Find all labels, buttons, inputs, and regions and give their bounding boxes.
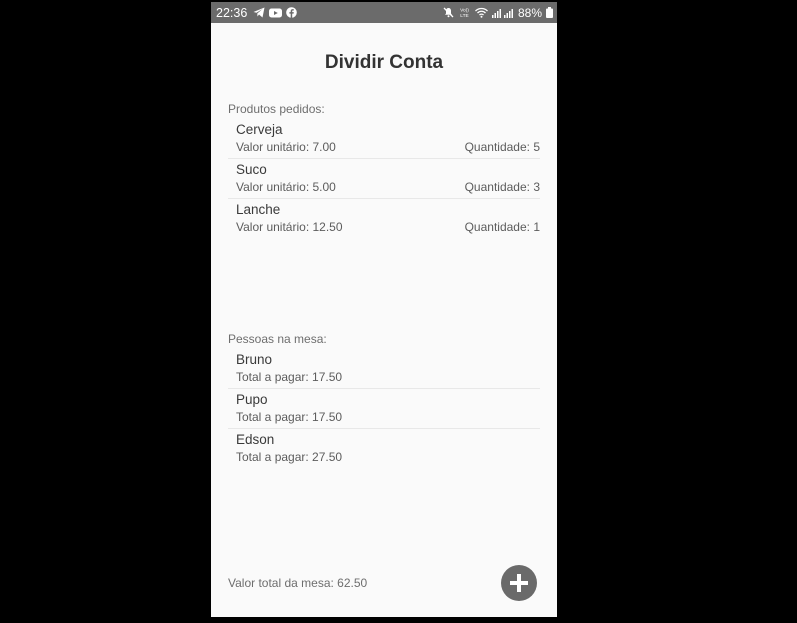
status-time: 22:36 bbox=[216, 5, 248, 20]
people-list: Bruno Total a pagar: 17.50 Pupo Total a … bbox=[228, 349, 540, 469]
product-unit-value: Valor unitário: 5.00 bbox=[236, 180, 336, 194]
facebook-icon bbox=[286, 7, 298, 18]
product-name: Cerveja bbox=[236, 122, 283, 137]
telegram-icon bbox=[253, 7, 265, 18]
plus-icon bbox=[510, 574, 528, 592]
status-bar-left: 22:36 bbox=[216, 5, 298, 20]
svg-text:LTE: LTE bbox=[460, 13, 468, 18]
product-name: Suco bbox=[236, 162, 267, 177]
svg-text:Vo)): Vo)) bbox=[460, 8, 469, 14]
person-total: Total a pagar: 17.50 bbox=[236, 370, 343, 384]
page-title: Dividir Conta bbox=[324, 52, 444, 73]
phone-screen: 22:36 Vo)) LTE 88% Dividir Conta Produto… bbox=[211, 2, 557, 617]
status-bar: 22:36 Vo)) LTE 88% bbox=[211, 2, 557, 23]
person-total: Total a pagar: 17.50 bbox=[236, 410, 343, 424]
battery-percent: 88% bbox=[517, 5, 542, 20]
product-item[interactable]: Lanche Valor unitário: 12.50 Quantidade:… bbox=[228, 199, 540, 239]
person-total: Total a pagar: 27.50 bbox=[236, 450, 343, 464]
product-unit-value: Valor unitário: 12.50 bbox=[236, 220, 343, 234]
person-item[interactable]: Pupo Total a pagar: 17.50 bbox=[228, 389, 540, 429]
product-quantity: Quantidade: 3 bbox=[464, 180, 540, 194]
battery-icon bbox=[546, 7, 553, 18]
person-name: Bruno bbox=[236, 352, 273, 367]
products-list: Cerveja Valor unitário: 7.00 Quantidade:… bbox=[228, 119, 540, 239]
people-section-label: Pessoas na mesa: bbox=[228, 332, 327, 346]
signal-icon bbox=[491, 7, 514, 18]
products-section-label: Produtos pedidos: bbox=[228, 102, 325, 116]
volte-icon: Vo)) LTE bbox=[458, 7, 471, 18]
product-quantity: Quantidade: 5 bbox=[464, 140, 540, 154]
wifi-icon bbox=[475, 7, 488, 18]
table-total-label: Valor total da mesa: 62.50 bbox=[228, 576, 368, 590]
status-bar-right: Vo)) LTE 88% bbox=[443, 6, 553, 20]
person-name: Edson bbox=[236, 432, 275, 447]
mute-icon bbox=[443, 7, 454, 18]
product-unit-value: Valor unitário: 7.00 bbox=[236, 140, 336, 154]
youtube-icon bbox=[269, 8, 283, 18]
person-name: Pupo bbox=[236, 392, 268, 407]
add-button[interactable] bbox=[501, 565, 537, 601]
person-item[interactable]: Bruno Total a pagar: 17.50 bbox=[228, 349, 540, 389]
person-item[interactable]: Edson Total a pagar: 27.50 bbox=[228, 429, 540, 469]
product-item[interactable]: Cerveja Valor unitário: 7.00 Quantidade:… bbox=[228, 119, 540, 159]
product-quantity: Quantidade: 1 bbox=[464, 220, 540, 234]
product-name: Lanche bbox=[236, 202, 281, 217]
product-item[interactable]: Suco Valor unitário: 5.00 Quantidade: 3 bbox=[228, 159, 540, 199]
